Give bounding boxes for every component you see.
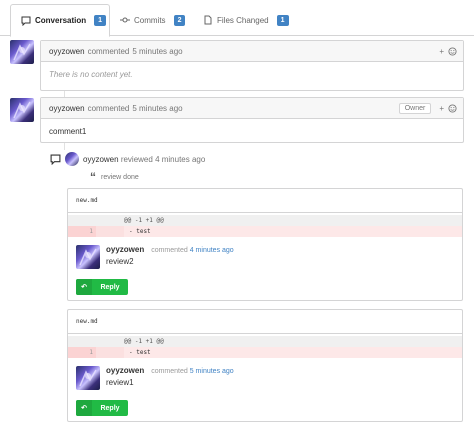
comment-author[interactable]: oyyzowen — [106, 366, 144, 375]
diff-hunk-header: @@ -1 +1 @@ — [68, 336, 462, 347]
comment-body: review2 — [106, 257, 134, 266]
quote-icon: “ — [90, 170, 96, 184]
review-summary: “ review done — [90, 170, 139, 184]
line-code: - test — [129, 349, 151, 356]
tab-label: Files Changed — [217, 15, 269, 25]
comment-action: commented — [151, 247, 188, 254]
commit-icon — [120, 17, 130, 23]
reply-arrow-icon: ↶ — [76, 279, 92, 295]
owner-badge: Owner — [398, 102, 432, 114]
tab-label: Conversation — [35, 16, 87, 25]
comment-body: comment1 — [49, 127, 87, 136]
reply-label: Reply — [100, 283, 120, 291]
comment-author[interactable]: oyyzowen — [49, 104, 85, 113]
comment-card: oyyzowen commented 5 minutes ago + There… — [40, 40, 464, 91]
review-summary-text: review done — [101, 173, 139, 181]
file-icon — [204, 15, 212, 25]
plus-icon[interactable]: + — [439, 47, 444, 56]
avatar[interactable] — [76, 245, 100, 269]
comment-header: oyyzowen commented 5 minutes ago + — [41, 41, 463, 62]
comment-action: commented — [87, 46, 130, 56]
comment-meta: oyyzowen commented 5 minutes ago — [106, 366, 234, 375]
comment-card: oyyzowen commented 5 minutes ago Owner +… — [40, 97, 464, 143]
inline-comment: oyyzowen commented 5 minutes ago review1… — [68, 358, 462, 429]
plus-icon[interactable]: + — [439, 104, 444, 113]
comment-body: There is no content yet. — [49, 70, 133, 79]
review-time: 4 minutes ago — [155, 154, 206, 164]
code-comment-block: new.md @@ -1 +1 @@ 1 - test oyyzowen com… — [67, 188, 463, 301]
tab-bar: Conversation 1 Commits 2 Files Changed 1 — [0, 0, 474, 37]
avatar[interactable] — [10, 40, 34, 64]
line-code: - test — [129, 228, 151, 235]
hunk-text: @@ -1 +1 @@ — [124, 338, 164, 345]
count-badge: 1 — [276, 14, 289, 26]
review-event: oyyzowen reviewed 4 minutes ago — [50, 152, 205, 166]
file-name[interactable]: new.md — [68, 310, 462, 334]
file-name[interactable]: new.md — [68, 189, 462, 213]
diff-deleted-line: 1 - test — [68, 226, 462, 237]
tab-commits[interactable]: Commits 2 — [120, 4, 192, 36]
count-badge: 2 — [173, 14, 186, 26]
line-number[interactable]: 1 — [68, 347, 96, 358]
comment-body: review1 — [106, 378, 134, 387]
reply-button[interactable]: ↶ Reply — [76, 279, 128, 295]
code-comment-block: new.md @@ -1 +1 @@ 1 - test oyyzowen com… — [67, 309, 463, 422]
tab-files-changed[interactable]: Files Changed 1 — [203, 4, 293, 36]
avatar[interactable] — [10, 98, 34, 122]
diff-hunk-header: @@ -1 +1 @@ — [68, 215, 462, 226]
review-action: reviewed — [120, 154, 153, 164]
diff-deleted-line: 1 - test — [68, 347, 462, 358]
comment-action: commented — [87, 103, 130, 113]
review-author[interactable]: oyyzowen — [83, 155, 119, 164]
comment-time[interactable]: 4 minutes ago — [190, 247, 234, 254]
smiley-icon[interactable] — [448, 103, 457, 113]
review-text: oyyzowen reviewed 4 minutes ago — [83, 155, 205, 164]
count-badge: 1 — [94, 15, 107, 26]
smiley-icon[interactable] — [448, 46, 457, 56]
comment-time[interactable]: 5 minutes ago — [190, 368, 234, 375]
comment-action: commented — [151, 368, 188, 375]
reply-label: Reply — [100, 404, 120, 412]
speech-bubble-icon — [21, 16, 31, 26]
comment-author[interactable]: oyyzowen — [49, 47, 85, 56]
comment-meta: oyyzowen commented 4 minutes ago — [106, 245, 234, 254]
comment-time: 5 minutes ago — [132, 103, 183, 113]
hunk-text: @@ -1 +1 @@ — [124, 217, 164, 224]
comment-author[interactable]: oyyzowen — [106, 245, 144, 254]
comment-time: 5 minutes ago — [132, 46, 183, 56]
comment-icon — [50, 154, 61, 165]
reply-arrow-icon: ↶ — [76, 400, 92, 416]
line-number[interactable]: 1 — [68, 226, 96, 237]
reply-button[interactable]: ↶ Reply — [76, 400, 128, 416]
tab-label: Commits — [134, 15, 166, 25]
avatar[interactable] — [65, 152, 79, 166]
tab-conversation[interactable]: Conversation 1 — [10, 4, 110, 37]
avatar[interactable] — [76, 366, 100, 390]
comment-header: oyyzowen commented 5 minutes ago Owner + — [41, 98, 463, 119]
